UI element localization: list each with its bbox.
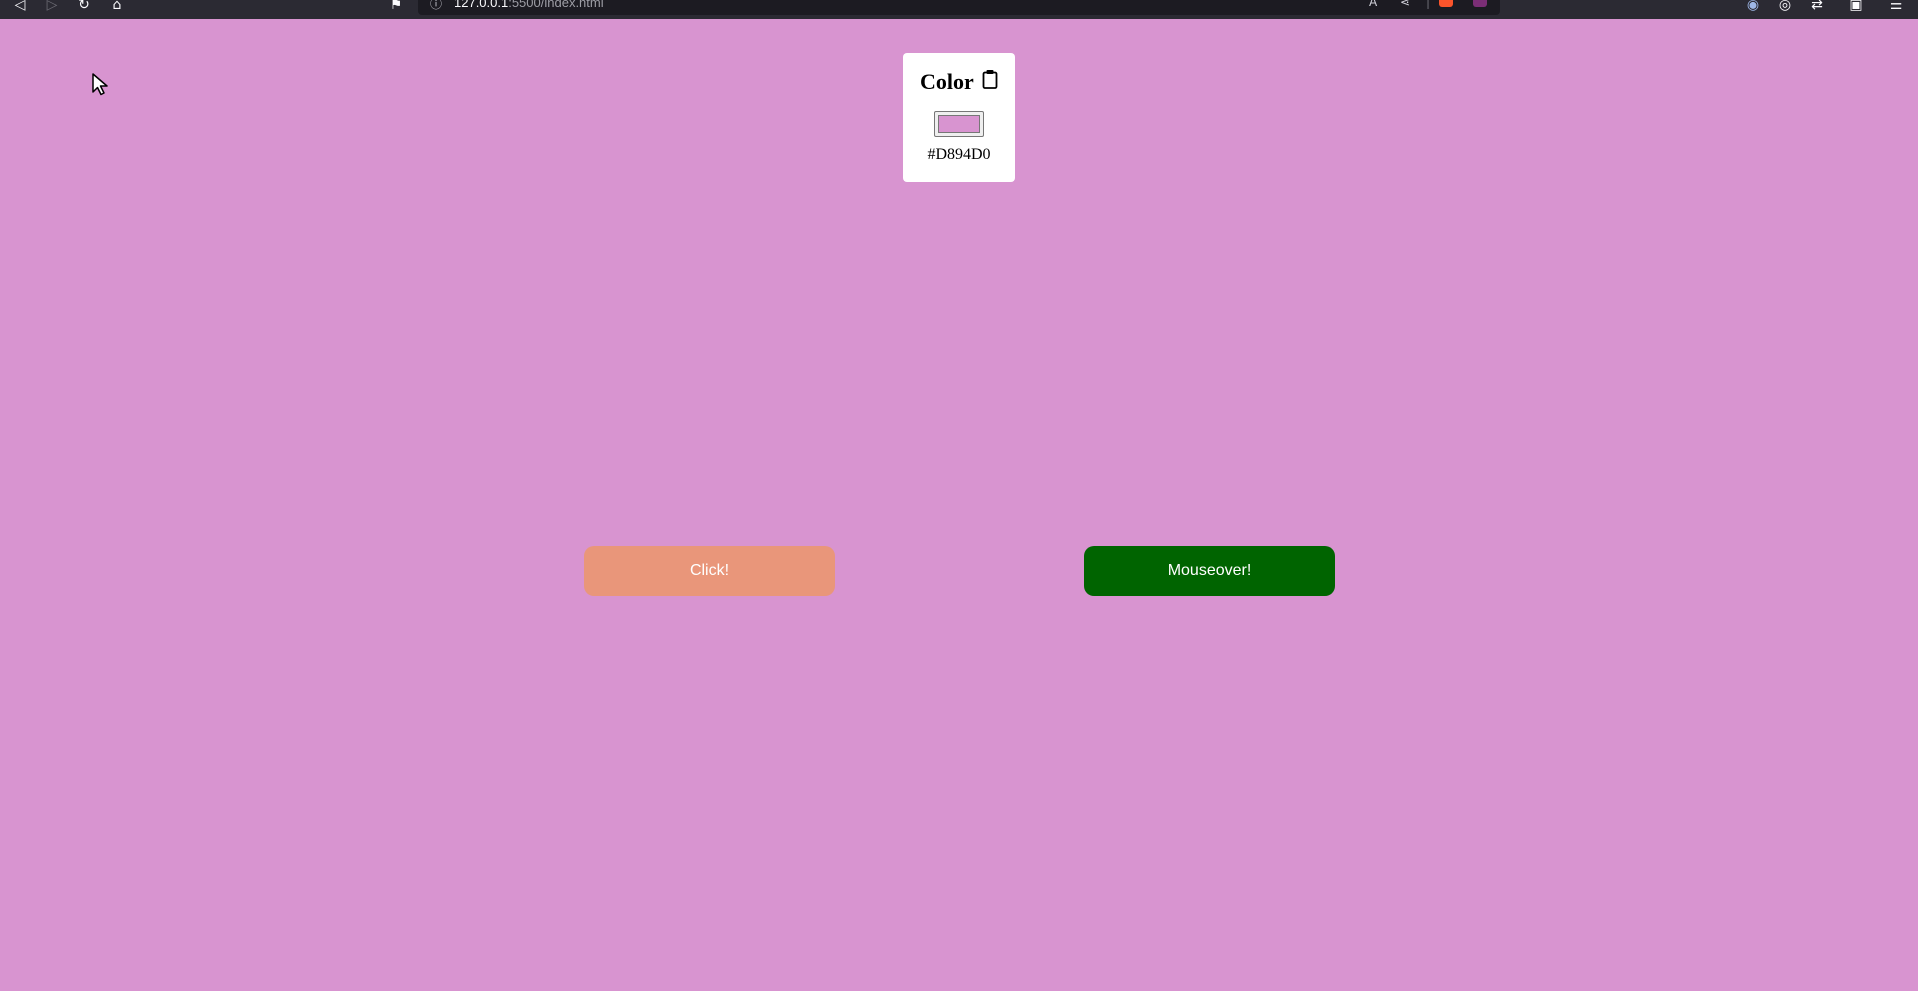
extensions-icon[interactable]: ◎	[1774, 0, 1796, 16]
share-icon[interactable]: ⋖	[1400, 0, 1410, 9]
hex-code: #D894D0	[927, 146, 991, 163]
mouse-pointer-icon	[92, 73, 108, 96]
url-bar[interactable]: ⓘ 127.0.0.1:5500/index.html Å ⋖ |	[418, 0, 1500, 15]
sync-icon[interactable]: ⇄	[1806, 0, 1828, 16]
mouseover-button[interactable]: Mouseover!	[1084, 546, 1335, 596]
browser-toolbar: ◁ ▷ ↻ ⌂ ⚑ ⓘ 127.0.0.1:5500/index.html Å …	[0, 0, 1918, 19]
menu-icon[interactable]: ☰	[1885, 0, 1907, 16]
shields-icon[interactable]	[1439, 0, 1453, 7]
wallet-icon[interactable]: ▣	[1845, 0, 1867, 16]
url-text[interactable]: 127.0.0.1:5500/index.html	[454, 0, 604, 10]
url-host: 127.0.0.1	[454, 0, 509, 10]
vpn-icon[interactable]: ◉	[1742, 0, 1764, 16]
forward-icon[interactable]: ▷	[41, 0, 63, 16]
bookmark-icon[interactable]: ⚑	[385, 0, 407, 16]
color-swatch-input[interactable]	[934, 111, 984, 137]
url-divider: |	[1426, 0, 1431, 9]
color-title: Color	[920, 69, 974, 94]
translate-icon[interactable]: Å	[1369, 0, 1377, 9]
home-icon[interactable]: ⌂	[106, 0, 128, 16]
click-button[interactable]: Click!	[584, 546, 835, 596]
site-info-icon[interactable]: ⓘ	[430, 0, 442, 12]
page-background: Color #D894D0 Click! Mouseover!	[0, 19, 1918, 991]
url-path: :5500/index.html	[508, 0, 604, 10]
rewards-icon[interactable]	[1473, 0, 1487, 7]
reload-icon[interactable]: ↻	[73, 0, 95, 16]
color-swatch-fill	[938, 115, 980, 133]
color-card: Color #D894D0	[903, 53, 1015, 182]
clipboard-icon[interactable]	[982, 69, 998, 89]
back-icon[interactable]: ◁	[9, 0, 31, 16]
